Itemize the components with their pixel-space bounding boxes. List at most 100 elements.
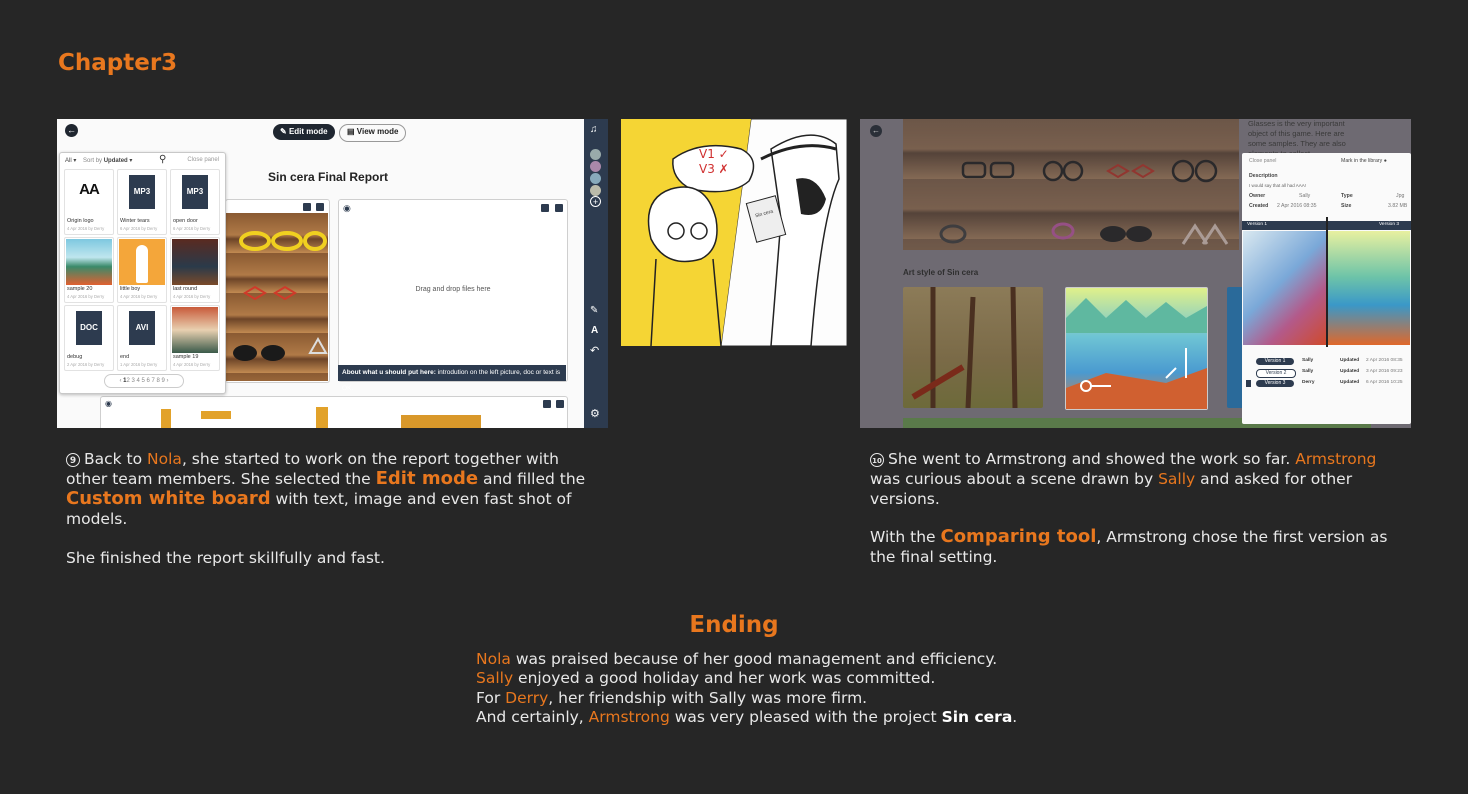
filter-all-dropdown[interactable]: All ▾ [65,158,76,164]
compare-slider-handle[interactable] [1326,217,1328,347]
bell-icon[interactable]: ♫ [590,124,598,135]
file-meta: 6 Apr 2016 by Derry [120,226,158,231]
file-tile[interactable]: sample 20 4 Apr 2016 by Derry [64,237,114,303]
owner-label: Owner [1249,193,1266,199]
ending-line-3: For Derry, her friendship with Sally was… [476,688,868,707]
ending-line-1: Nola was praised because of her good man… [476,650,998,668]
bookmark-icon[interactable] [1246,380,1251,387]
step-number-badge: 10 [870,453,884,467]
drop-zone-caption: About what u should put here: introdutio… [338,365,566,392]
file-thumbnail [66,239,112,285]
highlight-custom-board: Custom white board [66,488,271,509]
palette-icon[interactable]: ◉ [105,399,112,408]
character-name: Sally [1158,470,1196,488]
created-label: Created [1249,203,1269,209]
text-tool-icon[interactable]: A [591,325,598,336]
file-tile[interactable]: sample 19 4 Apr 2016 by Derry [170,305,220,371]
drop-zone-text: Drag and drop files here [415,286,491,293]
report-title: Sin cera Final Report [268,170,389,184]
drop-zone-card[interactable]: ◉ Drag and drop files here [338,199,568,382]
glasses-shelf-image [903,119,1239,250]
report-editor-screenshot: ← ✎ Edit mode ▤ View mode Sin cera Final… [57,119,608,428]
back-icon[interactable]: ← [65,124,78,137]
ending-text: Nola was praised because of her good man… [476,650,1176,727]
avatar[interactable] [590,173,601,184]
view-mode-button[interactable]: ▤ View mode [339,124,407,142]
comparing-tool-screenshot: ← Glasses is the very important object o… [860,119,1411,428]
file-name: open door [173,218,198,224]
search-icon[interactable]: ⚲ [159,154,166,165]
image-tool-icon[interactable] [303,203,311,211]
file-tile[interactable]: little boy 4 Apr 2016 by Derry [117,237,167,303]
character-name: Armstrong [1295,450,1377,468]
file-name: Origin logo [67,218,94,224]
comment-icon[interactable] [555,204,563,212]
file-type-icon: MP3 [182,175,208,209]
file-tile[interactable]: MP3 Winter tears 6 Apr 2016 by Derry [117,169,167,235]
art-sample-forest[interactable] [903,286,1043,409]
speech-bubble-marks: V1 ✓ V3 ✗ [699,147,729,176]
figure-silhouette [136,245,148,283]
avatar[interactable] [590,149,601,160]
close-panel-button[interactable]: Close panel [1249,158,1276,164]
file-panel-filters: All ▾ Sort by Updated ▾ [65,157,132,164]
file-detail-panel: Close panel Mark in the library ● Descri… [1242,153,1411,424]
file-meta: 4 Apr 2016 by Derry [173,362,211,367]
mark-library-button[interactable]: Mark in the library ● [1341,158,1387,164]
file-thumbnail: AVI [119,307,165,353]
ending-title: Ending [689,612,779,638]
palette-icon[interactable]: ◉ [343,203,351,214]
pagination[interactable]: ‹ 12 3 4 5 6 7 8 9 › [104,374,184,388]
location-pin-icon: ● [1383,158,1387,164]
caption-9: 9 Back to Nola, she started to work on th… [66,449,601,568]
file-tile[interactable]: last round 4 Apr 2016 by Derry [170,237,220,303]
gear-icon[interactable]: ⚙ [590,407,600,420]
description-label: Description [1249,173,1278,179]
version-pill[interactable]: Version 3 [1256,380,1294,387]
back-icon[interactable]: ← [870,125,882,137]
compare-image-right [1327,231,1410,345]
highlight-edit-mode: Edit mode [375,468,479,489]
second-board-card[interactable]: ◉ [100,396,568,428]
ending-line-4: And certainly, Armstrong was very please… [476,707,1018,726]
file-tile[interactable]: AVI end 1 Apr 2016 by Derry [117,305,167,371]
image-tool-icon[interactable] [543,400,551,408]
avatar[interactable] [590,185,601,196]
file-tile[interactable]: DOC debug 2 Apr 2016 by Derry [64,305,114,371]
chapter-title: Chapter3 [58,50,178,76]
file-thumbnail [119,239,165,285]
version-cell: Updated [1340,380,1360,385]
comment-icon[interactable] [556,400,564,408]
avatar[interactable] [590,161,601,172]
glasses-shelf-image [225,213,328,381]
comment-icon[interactable] [316,203,324,211]
version-pill[interactable]: Version 1 [1256,358,1294,365]
file-meta: 4 Apr 2016 by Derry [67,294,105,299]
version-pill[interactable]: Version 2 [1256,369,1296,378]
file-tile[interactable]: AA Origin logo 4 Apr 2016 by Derry [64,169,114,235]
ending-line-2: Sally enjoyed a good holiday and her wor… [476,669,936,688]
close-panel-button[interactable]: Close panel [187,157,219,163]
undo-icon[interactable]: ↶ [590,344,599,357]
page-numbers[interactable]: 2 3 4 5 6 7 8 9 [126,378,164,384]
image-tool-icon[interactable] [541,204,549,212]
caption-9-paragraph-1: 9 Back to Nola, she started to work on th… [66,450,586,528]
character-name: Nola [147,450,182,468]
file-meta: 4 Apr 2016 by Derry [67,226,105,231]
file-name: end [120,354,130,360]
sort-dropdown[interactable]: Sort by Updated ▾ [83,158,132,164]
version-cell: 6 Apr 2016 10:25 [1366,380,1403,385]
edit-mode-button[interactable]: ✎ Edit mode [273,124,335,140]
art-sample-lake[interactable] [1065,287,1208,410]
file-meta: 1 Apr 2016 by Derry [120,362,158,367]
highlight-comparing-tool: Comparing tool [940,526,1097,547]
type-label: Type [1341,193,1353,199]
add-member-icon[interactable]: + [590,196,601,207]
version-cell: Sally [1302,358,1314,363]
caption-10-paragraph-2: With the Comparing tool, Armstrong chose… [870,526,1388,567]
file-tile[interactable]: MP3 open door 6 Apr 2016 by Derry [170,169,220,235]
pencil-icon[interactable]: ✎ [590,305,598,316]
compare-right-label: Version 3 [1379,222,1400,227]
file-thumbnail [172,307,218,353]
file-panel: All ▾ Sort by Updated ▾ ⚲ Close panel AA… [59,152,226,394]
